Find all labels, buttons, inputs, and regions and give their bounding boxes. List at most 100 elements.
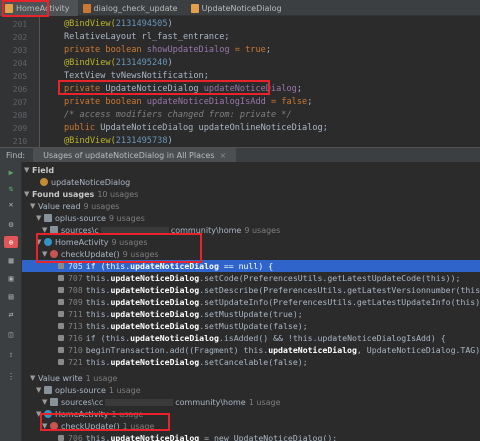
tree-node-module[interactable]: ▼ oplus-source 9 usages [22,212,480,224]
annotation: @BindView( [64,19,116,29]
tree-node-value-write[interactable]: ▼ Value write 1 usage [22,372,480,384]
settings-icon[interactable]: ⚙ [4,218,18,230]
usage-row[interactable]: 709 this.updateNoticeDialog.setUpdateInfo… [22,296,480,308]
tree-node-field-group[interactable]: ▼ Field [22,164,480,176]
merge-lines-icon[interactable]: ⇄ [4,308,18,320]
chevron-down-icon[interactable]: ▼ [42,398,50,406]
find-toolbar: ▶ ⇅ ✕ ⚙ ⊕ ▦ ▣ ▤ ⇄ ◫ ⇪ ⋮ [0,162,22,441]
usage-row[interactable]: 716 if (this.updateNoticeDialog.isAdded()… [22,332,480,344]
group-by-type-icon[interactable]: ⊕ [4,236,18,248]
chevron-down-icon[interactable]: ▼ [42,226,50,234]
code-line: 203 private boolean showUpdateDialog = t… [0,44,480,56]
usage-code: .setCode(PreferencesUtils.getLatestUpdat… [199,273,461,283]
keyword: public [64,123,101,133]
method-icon [50,422,58,430]
field-name: updateNoticeDialogIsAdd [146,97,266,107]
usage-code: = new UpdateNoticeDialog(); [199,433,338,441]
folder-icon [50,226,58,234]
method-label: checkUpdate() [61,249,120,259]
code-line: 209 public UpdateNoticeDialog updateOnli… [0,122,480,134]
chevron-down-icon[interactable]: ▼ [42,422,50,430]
find-usages-tab[interactable]: Usages of updateNoticeDialog in All Plac… [33,147,237,163]
usages-tree[interactable]: ▼ Field updateNoticeDialog ▼ Found usage… [22,162,480,441]
tree-node-module[interactable]: ▼ oplus-source 1 usage [22,384,480,396]
tab-home-activity[interactable]: HomeActivity [0,0,78,16]
export-icon[interactable]: ⇪ [4,348,18,360]
chevron-down-icon[interactable]: ▼ [24,166,32,174]
number-literal: 2131495240 [115,58,168,68]
usage-highlight: updateNoticeDialog [110,309,200,319]
usage-line-number: 706 [68,433,83,441]
path-label: sources\c [61,225,99,235]
usage-line-number: 709 [68,297,83,307]
usage-highlight: updateNoticeDialog [130,261,219,271]
find-tab-label: Usages of updateNoticeDialog in All Plac… [43,150,215,160]
usage-row[interactable]: 713 this.updateNoticeDialog.setMustUpdate… [22,320,480,332]
group-by-file-icon[interactable]: ▤ [4,290,18,302]
usage-row[interactable]: 710 beginTransaction.add((Fragment) this.… [22,344,480,356]
tree-node-method[interactable]: ▼ checkUpdate() 9 usages [22,248,480,260]
pin-icon[interactable]: ✕ [4,198,18,210]
tree-node-class[interactable]: ▼ HomeActivity 1 usage [22,408,480,420]
keyword: = true [229,45,266,55]
tab-label: UpdateNoticeDialog [201,3,282,13]
module-icon [44,214,52,222]
group-by-module-icon[interactable]: ▦ [4,254,18,266]
expand-all-icon[interactable]: ⇅ [4,182,18,194]
code-editor[interactable]: 201 @BindView(2131494505) 202 RelativeLa… [0,16,480,147]
group-label: Found usages [32,189,95,199]
chevron-down-icon[interactable]: ▼ [36,410,44,418]
usage-line-number: 705 [68,261,83,271]
usage-line-number: 710 [68,345,83,355]
tree-node-method[interactable]: ▼ checkUpdate() 1 usage [22,420,480,432]
code-line: 204 @BindView(2131495240) [0,57,480,69]
tab-dialog-check-update[interactable]: dialog_check_update [78,0,186,16]
chevron-down-icon[interactable]: ▼ [30,202,38,210]
tree-node-directory[interactable]: ▼ sources\cc community\home 1 usage [22,396,480,408]
chevron-down-icon[interactable]: ▼ [24,190,32,198]
chevron-down-icon[interactable]: ▼ [30,374,38,382]
close-icon[interactable]: × [220,151,227,160]
tree-node-found-usages[interactable]: ▼ Found usages 10 usages [22,188,480,200]
group-by-package-icon[interactable]: ▣ [4,272,18,284]
usage-code: this. [85,321,111,331]
tree-node-value-read[interactable]: ▼ Value read 9 usages [22,200,480,212]
chevron-down-icon[interactable]: ▼ [36,238,44,246]
more-icon[interactable]: ⋮ [4,370,18,382]
usage-code: this. [85,273,111,283]
class-icon [44,238,52,246]
usage-code: this. [85,357,111,367]
code-text: ) [167,58,173,68]
usage-row[interactable]: 707 this.updateNoticeDialog.setCode(Prefe… [22,272,480,284]
usage-highlight: updateNoticeDialog [110,321,200,331]
code-line: 208 /* access modifiers changed from: pr… [0,109,480,121]
usage-icon [58,287,64,293]
module-label: oplus-source [55,213,106,223]
tree-node-class[interactable]: ▼ HomeActivity 9 usages [22,236,480,248]
chevron-down-icon[interactable]: ▼ [36,386,44,394]
usage-row-selected[interactable]: 705 if (this.updateNoticeDialog == null) … [22,260,480,272]
usage-code: , UpdateNoticeDialog.TAG); [356,345,480,355]
tree-node-field[interactable]: updateNoticeDialog [22,176,480,188]
usage-code: this. [85,297,111,307]
path-label-tail: community\home [175,397,246,407]
tab-update-notice-dialog[interactable]: UpdateNoticeDialog [186,0,290,16]
tree-node-directory[interactable]: ▼ sources\c community\home 9 usages [22,224,480,236]
usage-count: 9 usages [111,237,148,247]
code-text: ; [265,45,271,55]
usage-row[interactable]: 706 this.updateNoticeDialog = new UpdateN… [22,432,480,441]
usage-highlight: updateNoticeDialog [268,345,357,355]
line-number: 202 [12,32,28,42]
usage-icon [58,335,64,341]
usage-row[interactable]: 711 this.updateNoticeDialog.setMustUpdate… [22,308,480,320]
usage-count: 9 usages [122,249,159,259]
chevron-down-icon[interactable]: ▼ [42,250,50,258]
preview-icon[interactable]: ◫ [4,328,18,340]
code-line: 205 TextView tvNewsNotification; [0,70,480,82]
chevron-down-icon[interactable]: ▼ [36,214,44,222]
usage-line-number: 713 [68,321,83,331]
usage-row[interactable]: 708 this.updateNoticeDialog.setDescribe(P… [22,284,480,296]
rerun-icon[interactable]: ▶ [4,166,18,178]
usage-row[interactable]: 721 this.updateNoticeDialog.setCancelable… [22,356,480,368]
number-literal: 2131494505 [115,19,168,29]
